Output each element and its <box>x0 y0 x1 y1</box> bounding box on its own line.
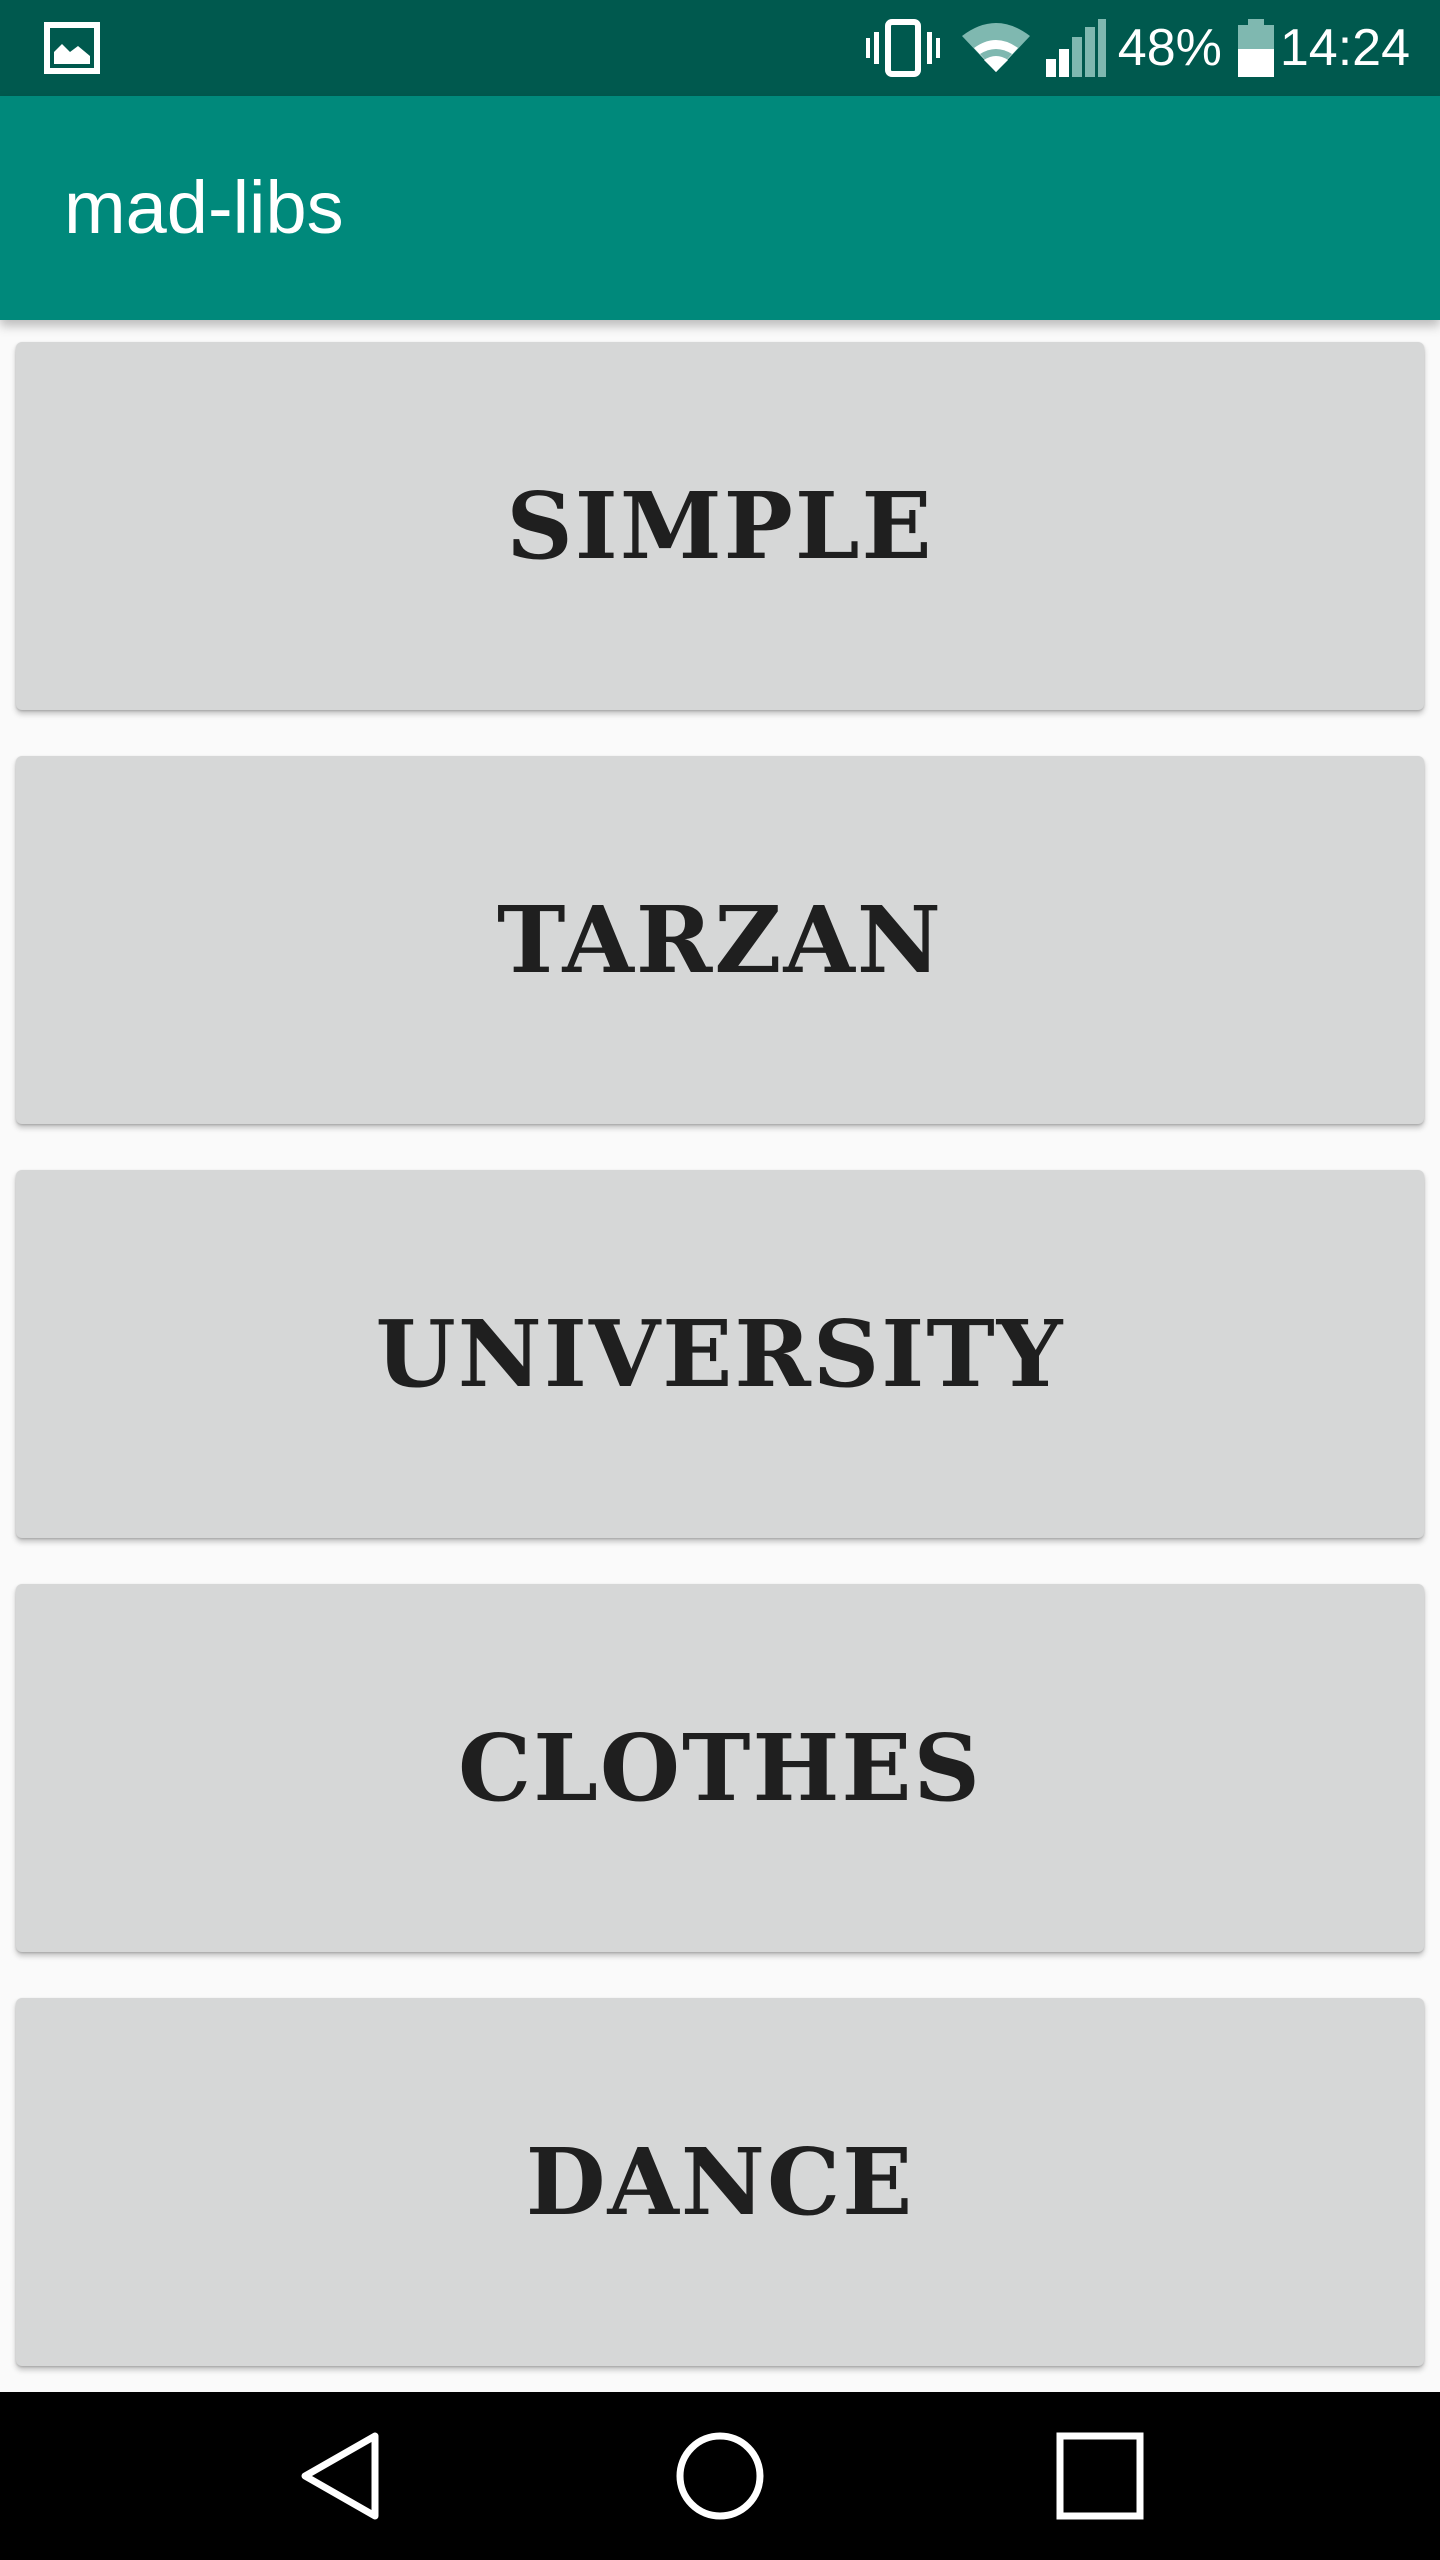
story-button-simple[interactable]: SIMPLE <box>16 342 1424 710</box>
wifi-icon <box>961 23 1030 72</box>
navigation-bar <box>0 2392 1440 2560</box>
story-button-label: UNIVERSITY <box>375 1300 1065 1408</box>
screen: 48% 14:24 mad-libs SIMPLE TARZAN UNIVERS… <box>0 0 1440 2560</box>
story-button-label: SIMPLE <box>506 472 934 580</box>
vibrate-icon <box>865 19 940 77</box>
back-triangle-icon <box>301 2432 379 2520</box>
battery-icon <box>1237 19 1274 77</box>
image-notification-icon <box>44 22 100 74</box>
story-button-label: CLOTHES <box>458 1714 982 1822</box>
story-button-university[interactable]: UNIVERSITY <box>16 1170 1424 1538</box>
back-button[interactable] <box>256 2392 424 2560</box>
story-button-list: SIMPLE TARZAN UNIVERSITY CLOTHES DANCE <box>0 320 1440 2392</box>
home-button[interactable] <box>636 2392 804 2560</box>
story-button-dance[interactable]: DANCE <box>16 1998 1424 2366</box>
clock: 14:24 <box>1279 19 1410 77</box>
story-button-clothes[interactable]: CLOTHES <box>16 1584 1424 1952</box>
cell-signal-icon <box>1045 19 1106 77</box>
battery-percent: 48% <box>1117 19 1222 77</box>
status-icons: 48% 14:24 <box>865 0 1410 96</box>
story-button-label: DANCE <box>525 2128 915 2236</box>
recents-square-icon <box>1056 2432 1144 2520</box>
story-button-label: TARZAN <box>497 886 943 994</box>
story-button-tarzan[interactable]: TARZAN <box>16 756 1424 1124</box>
app-bar: mad-libs <box>0 96 1440 320</box>
home-circle-icon <box>676 2432 764 2520</box>
status-bar: 48% 14:24 <box>0 0 1440 96</box>
app-title: mad-libs <box>64 166 344 249</box>
recents-button[interactable] <box>1016 2392 1184 2560</box>
